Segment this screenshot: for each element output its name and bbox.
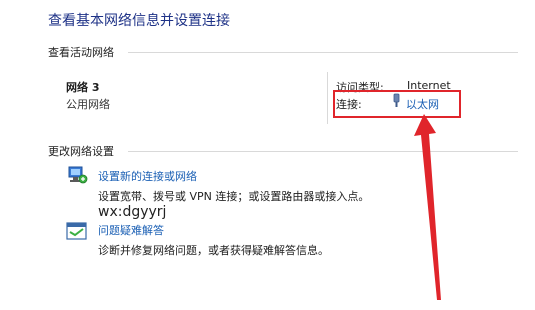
annotation-arrow-icon bbox=[414, 114, 441, 300]
